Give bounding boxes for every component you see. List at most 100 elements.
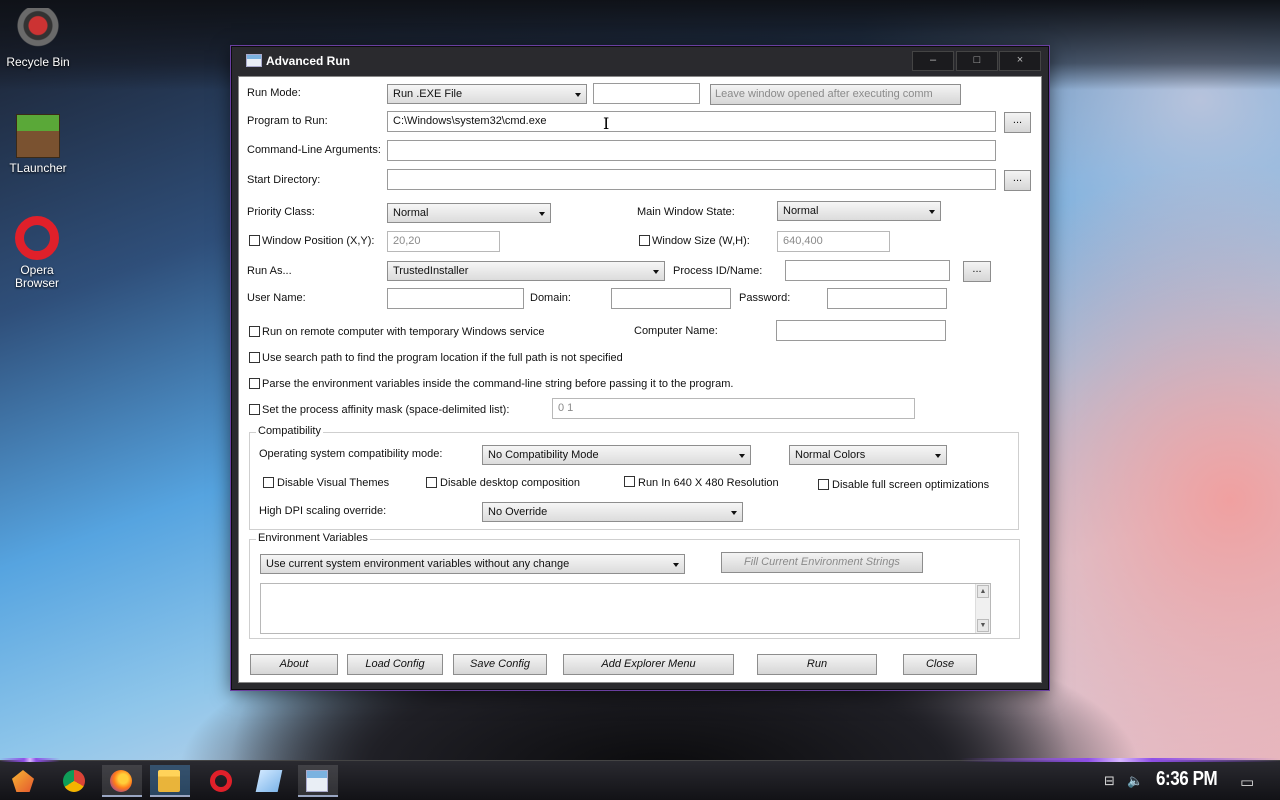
args-label: Command-Line Arguments:	[247, 144, 381, 156]
dpi-select[interactable]: No Override	[482, 502, 743, 522]
window-position-label: Window Position (X,Y):	[262, 235, 375, 247]
firefox-icon	[110, 770, 132, 792]
taskbar-glow-right	[960, 758, 1280, 762]
startdir-browse-button[interactable]: ...	[1004, 170, 1031, 191]
close-window-button[interactable]: ×	[999, 51, 1041, 71]
main-window-state-label: Main Window State:	[637, 206, 735, 218]
args-input[interactable]	[387, 140, 996, 161]
chevron-down-icon	[653, 270, 659, 274]
minimize-button[interactable]: –	[912, 51, 954, 71]
startdir-label: Start Directory:	[247, 174, 321, 186]
environment-title: Environment Variables	[256, 532, 370, 544]
startdir-input[interactable]	[387, 169, 996, 190]
desktop-icon-opera[interactable]: Opera Browser	[0, 216, 74, 290]
run-button[interactable]: Run	[757, 654, 877, 675]
taskbar-glow-left	[0, 758, 60, 762]
volume-icon[interactable]: 🔈	[1127, 773, 1143, 789]
taskbar-advanced-run[interactable]	[298, 765, 338, 797]
fill-environment-button[interactable]: Fill Current Environment Strings	[721, 552, 923, 573]
os-mode-select[interactable]: No Compatibility Mode	[482, 445, 751, 465]
opera-icon	[210, 770, 232, 792]
window-size-label: Window Size (W,H):	[652, 235, 750, 247]
run-as-value: TrustedInstaller	[393, 265, 469, 277]
leave-window-opened-button[interactable]: Leave window opened after executing comm	[710, 84, 961, 105]
run-mode-label: Run Mode:	[247, 87, 301, 99]
chevron-down-icon	[539, 212, 545, 216]
disable-visual-themes-label: Disable Visual Themes	[277, 477, 390, 489]
disable-fullscreen-opt-checkbox[interactable]	[818, 479, 829, 490]
desktop-icon-recycle-bin[interactable]: Recycle Bin	[0, 8, 76, 69]
search-path-checkbox[interactable]	[249, 352, 260, 363]
environment-mode-select[interactable]: Use current system environment variables…	[260, 554, 685, 574]
main-window-state-select[interactable]: Normal	[777, 201, 941, 221]
chevron-down-icon	[935, 454, 941, 458]
about-button[interactable]: About	[250, 654, 338, 675]
tlauncher-icon	[16, 114, 60, 158]
window-position-checkbox[interactable]	[249, 235, 260, 246]
affinity-checkbox[interactable]	[249, 404, 260, 415]
notepad-icon	[255, 770, 283, 792]
colors-select[interactable]: Normal Colors	[789, 445, 947, 465]
program-input[interactable]: C:\Windows\system32\cmd.exe	[387, 111, 996, 132]
process-id-input[interactable]	[785, 260, 950, 281]
taskbar-firefox[interactable]	[102, 765, 142, 797]
process-browse-button[interactable]: ...	[963, 261, 991, 282]
user-name-input[interactable]	[387, 288, 524, 309]
disable-fullscreen-opt-label: Disable full screen optimizations	[832, 479, 990, 491]
maximize-button[interactable]: □	[956, 51, 998, 71]
network-icon[interactable]: ⊟	[1104, 773, 1115, 789]
priority-select[interactable]: Normal	[387, 203, 551, 223]
affinity-input[interactable]: 0 1	[552, 398, 915, 419]
desktop-icon-label: Opera Browser	[14, 263, 59, 290]
parse-env-checkbox[interactable]	[249, 378, 260, 389]
main-window-state-value: Normal	[783, 205, 819, 217]
save-config-button[interactable]: Save Config	[453, 654, 547, 675]
desktop-icon-tlauncher[interactable]: TLauncher	[0, 114, 76, 175]
taskbar-chrome[interactable]	[55, 765, 95, 797]
computer-name-label: Computer Name:	[634, 325, 718, 337]
scroll-down-icon[interactable]: ▼	[977, 619, 989, 632]
chrome-icon	[63, 770, 85, 792]
password-input[interactable]	[827, 288, 947, 309]
remote-computer-label: Run on remote computer with temporary Wi…	[262, 326, 545, 338]
start-button[interactable]	[4, 765, 44, 797]
computer-name-input[interactable]	[776, 320, 946, 341]
parse-env-label: Parse the environment variables inside t…	[262, 378, 734, 390]
taskbar-opera[interactable]	[202, 765, 242, 797]
dpi-value: No Override	[488, 506, 548, 518]
load-config-button[interactable]: Load Config	[347, 654, 443, 675]
disable-visual-themes-checkbox[interactable]	[263, 477, 274, 488]
window-titlebar[interactable]: Advanced Run – □ ×	[232, 47, 1048, 75]
disable-desktop-composition-checkbox[interactable]	[426, 477, 437, 488]
folder-icon	[158, 770, 180, 792]
program-label: Program to Run:	[247, 115, 328, 127]
taskbar-notepad[interactable]	[250, 765, 290, 797]
window-size-checkbox[interactable]	[639, 235, 650, 246]
opera-icon	[15, 216, 59, 260]
search-path-label: Use search path to find the program loca…	[262, 352, 623, 364]
run-640-checkbox[interactable]	[624, 476, 635, 487]
advanced-run-icon	[306, 770, 328, 792]
close-button[interactable]: Close	[903, 654, 977, 675]
remote-computer-checkbox[interactable]	[249, 326, 260, 337]
scroll-up-icon[interactable]: ▲	[977, 585, 989, 598]
environment-textarea[interactable]: ▲ ▼	[260, 583, 991, 634]
priority-value: Normal	[393, 207, 429, 219]
run-640-label: Run In 640 X 480 Resolution	[638, 477, 779, 489]
environment-scrollbar[interactable]: ▲ ▼	[975, 584, 990, 633]
window-position-input[interactable]: 20,20	[387, 231, 500, 252]
desktop-icon-label: Recycle Bin	[6, 55, 70, 69]
domain-input[interactable]	[611, 288, 731, 309]
taskbar-file-explorer[interactable]	[150, 765, 190, 797]
notifications-icon[interactable]: ▭	[1240, 773, 1254, 791]
program-browse-button[interactable]: ...	[1004, 112, 1031, 133]
run-mode-select[interactable]: Run .EXE File	[387, 84, 587, 104]
taskbar-clock[interactable]: 6:36 PM	[1156, 768, 1218, 791]
recycle-bin-icon	[16, 8, 60, 52]
chevron-down-icon	[929, 210, 935, 214]
window-size-input[interactable]: 640,400	[777, 231, 890, 252]
add-explorer-menu-button[interactable]: Add Explorer Menu	[563, 654, 734, 675]
dpi-label: High DPI scaling override:	[259, 505, 387, 517]
run-as-select[interactable]: TrustedInstaller	[387, 261, 665, 281]
run-mode-extra-input[interactable]	[593, 83, 700, 104]
